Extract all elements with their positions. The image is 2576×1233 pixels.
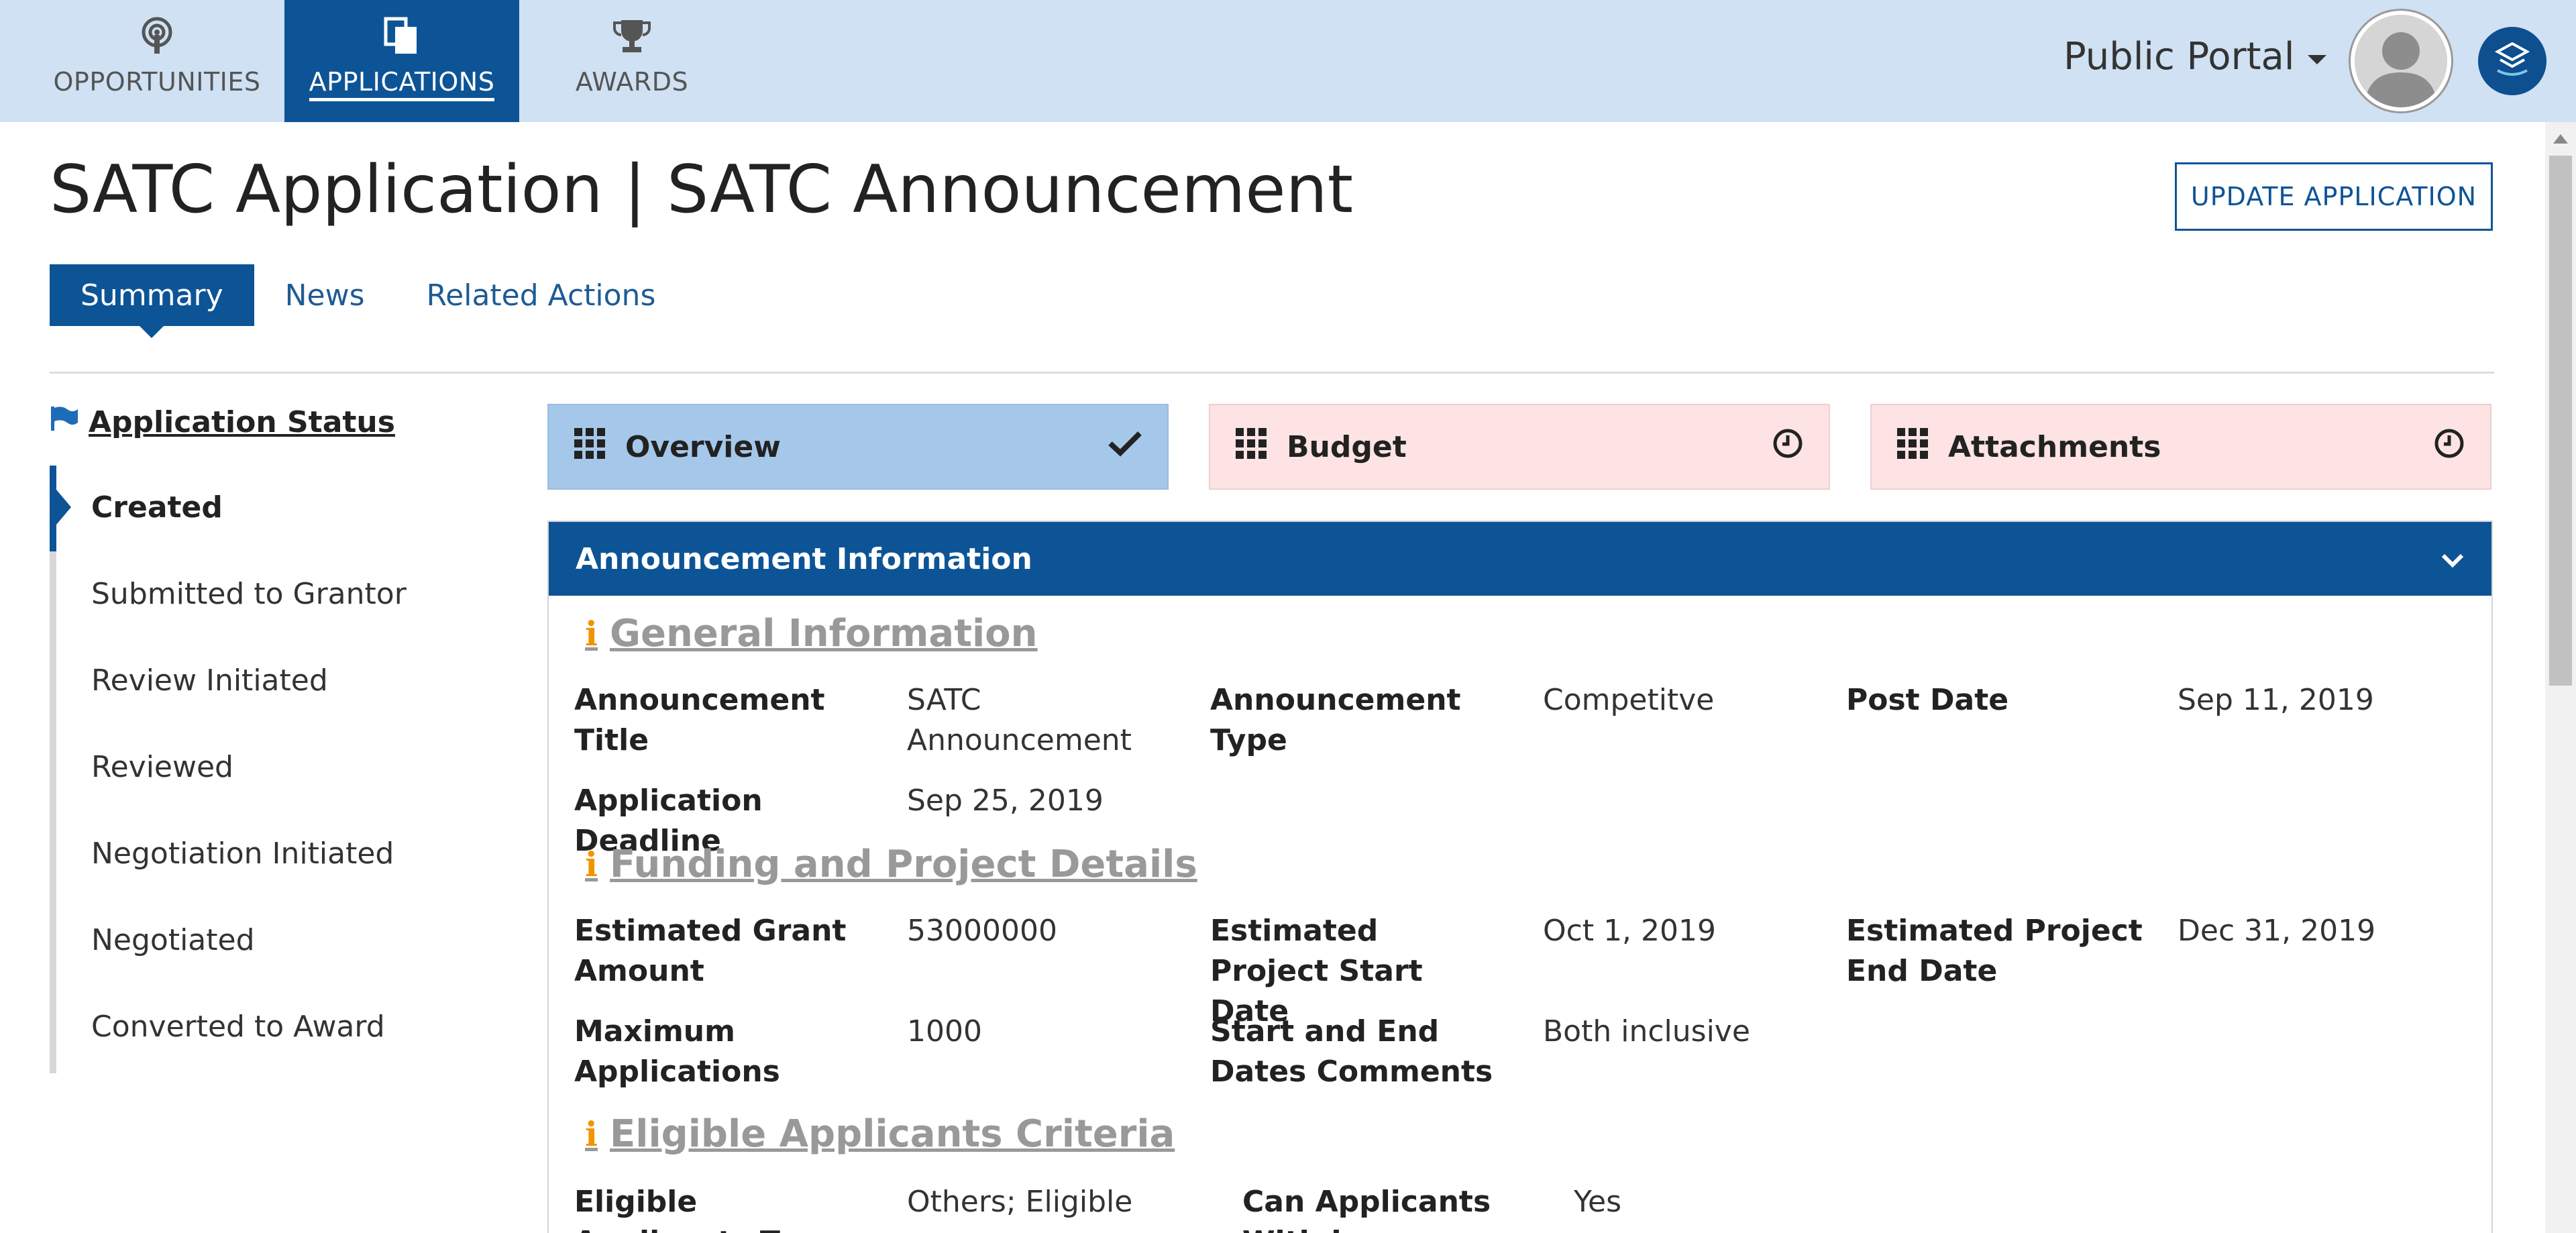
- divider: [50, 372, 2494, 374]
- page-title: SATC Application | SATC Announcement: [50, 152, 1354, 228]
- section-title-text: General Information: [610, 612, 1038, 655]
- announcement-title-label: Announcement Title: [574, 683, 825, 757]
- status-item-converted: Converted to Award: [91, 1010, 385, 1044]
- nav-tab-label: APPLICATIONS: [309, 67, 495, 101]
- status-timeline-active: [50, 466, 56, 551]
- nav-tab-opportunities[interactable]: OPPORTUNITIES: [38, 0, 276, 122]
- nav-tab-label: OPPORTUNITIES: [53, 67, 261, 97]
- project-start-date-value: Oct 1, 2019: [1543, 914, 1717, 948]
- grid-icon: [574, 427, 605, 466]
- funding-details-heading[interactable]: i Funding and Project Details: [585, 843, 1197, 886]
- maximum-applications-value: 1000: [907, 1014, 982, 1049]
- chevron-down-icon[interactable]: [2440, 542, 2465, 576]
- status-item-submitted: Submitted to Grantor: [91, 577, 407, 611]
- maximum-applications-label: Maximum Applications: [574, 1014, 780, 1089]
- dates-comments-label: Start and End Dates Comments: [1210, 1014, 1493, 1089]
- grid-icon: [1897, 427, 1928, 466]
- scroll-up-arrow-icon[interactable]: [2553, 134, 2568, 144]
- tab-news[interactable]: News: [254, 264, 396, 326]
- eligible-applicants-types-label: Eligible Applicants Types: [574, 1185, 855, 1233]
- announcement-type-value: Competitve: [1543, 683, 1715, 717]
- update-application-button[interactable]: UPDATE APPLICATION: [2175, 162, 2493, 231]
- eligible-applicants-types-value: Others; Eligible: [907, 1185, 1133, 1219]
- panel-title: Announcement Information: [576, 541, 1032, 576]
- logo-icon[interactable]: [2478, 27, 2546, 95]
- nav-tab-label: AWARDS: [575, 67, 689, 97]
- can-applicants-withdraw-value: Yes: [1574, 1185, 1622, 1219]
- announcement-title-value: SATC Announcement: [907, 683, 1132, 757]
- avatar[interactable]: [2351, 11, 2451, 111]
- status-item-review-initiated: Review Initiated: [91, 663, 328, 698]
- application-status-label: Application Status: [89, 405, 395, 439]
- section-title-text: Eligible Applicants Criteria: [610, 1112, 1175, 1156]
- project-end-date-label: Estimated Project End Date: [1846, 914, 2143, 988]
- announcement-type-label: Announcement Type: [1210, 683, 1461, 757]
- top-navigation: OPPORTUNITIES APPLICATIONS AWARDS Public…: [0, 0, 2576, 122]
- caret-down-icon: [2308, 54, 2327, 64]
- current-status-marker: [56, 490, 71, 525]
- scrollbar-thumb[interactable]: [2549, 156, 2572, 686]
- info-icon: i: [585, 845, 598, 884]
- general-information-heading[interactable]: i General Information: [585, 612, 1038, 655]
- post-date-value: Sep 11, 2019: [2178, 683, 2374, 717]
- status-item-reviewed: Reviewed: [91, 750, 233, 784]
- tab-summary[interactable]: Summary: [50, 264, 254, 338]
- nav-tab-awards[interactable]: AWARDS: [531, 0, 733, 122]
- trophy-icon: [610, 15, 653, 58]
- flag-icon: [50, 405, 79, 439]
- status-timeline: [50, 466, 56, 1073]
- sub-tabs: Summary News Related Actions: [50, 264, 687, 338]
- post-date-label: Post Date: [1846, 683, 2009, 717]
- card-label: Budget: [1287, 429, 1407, 464]
- portal-selector[interactable]: Public Portal: [2063, 35, 2327, 78]
- status-list: Created Submitted to Grantor Review Init…: [91, 486, 407, 1091]
- podcast-icon: [136, 15, 178, 58]
- tab-related-actions[interactable]: Related Actions: [396, 264, 687, 326]
- estimated-grant-amount-value: 53000000: [907, 914, 1057, 948]
- dates-comments-value: Both inclusive: [1543, 1014, 1750, 1049]
- section-card-budget[interactable]: Budget: [1209, 404, 1830, 490]
- project-end-date-value: Dec 31, 2019: [2178, 914, 2376, 948]
- section-card-attachments[interactable]: Attachments: [1870, 404, 2491, 490]
- status-item-negotiation-initiated: Negotiation Initiated: [91, 837, 394, 871]
- application-status-heading[interactable]: Application Status: [50, 405, 395, 439]
- nav-tab-applications[interactable]: APPLICATIONS: [284, 0, 519, 122]
- clock-icon: [1772, 428, 1803, 466]
- status-item-negotiated: Negotiated: [91, 923, 255, 957]
- section-title-text: Funding and Project Details: [610, 843, 1197, 886]
- check-icon: [1108, 430, 1142, 464]
- eligible-applicants-heading[interactable]: i Eligible Applicants Criteria: [585, 1112, 1175, 1156]
- grid-icon: [1236, 427, 1267, 466]
- can-applicants-withdraw-label: Can Applicants Withdraw: [1242, 1185, 1491, 1233]
- portal-label: Public Portal: [2063, 35, 2295, 78]
- info-icon: i: [585, 614, 598, 653]
- status-item-created: Created: [91, 490, 223, 525]
- section-card-overview[interactable]: Overview: [547, 404, 1169, 490]
- documents-icon: [380, 15, 423, 58]
- application-deadline-value: Sep 25, 2019: [907, 784, 1104, 818]
- announcement-panel-header[interactable]: Announcement Information: [549, 522, 2491, 596]
- clock-icon: [2434, 428, 2465, 466]
- info-icon: i: [585, 1114, 598, 1154]
- estimated-grant-amount-label: Estimated Grant Amount: [574, 914, 847, 988]
- card-label: Attachments: [1948, 429, 2161, 464]
- card-label: Overview: [625, 429, 781, 464]
